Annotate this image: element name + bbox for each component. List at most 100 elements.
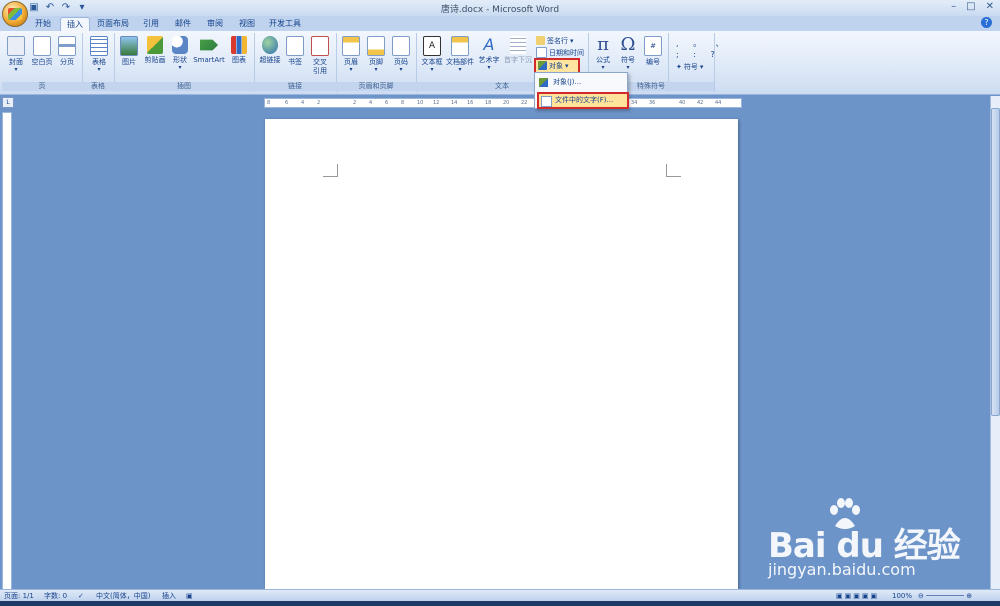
- smartart-button[interactable]: SmartArt: [193, 36, 225, 65]
- window-controls: – □ ✕: [951, 1, 994, 12]
- blank-page-button[interactable]: 空白页: [30, 36, 54, 67]
- insert-mode[interactable]: 插入: [162, 591, 176, 601]
- word-count[interactable]: 字数: 0: [44, 591, 67, 601]
- quick-parts-icon: [451, 36, 469, 56]
- document-page[interactable]: [265, 119, 738, 589]
- crop-mark-left: [323, 164, 338, 177]
- group-label-header-footer: 页眉和页脚: [336, 82, 416, 91]
- header-button[interactable]: 页眉 ▾: [340, 36, 362, 73]
- calendar-icon: [536, 47, 547, 58]
- object-button-label: 对象 ▾: [538, 60, 569, 71]
- group-label-illustrations: 插图: [114, 82, 254, 91]
- spelling-check-icon[interactable]: ✓: [78, 591, 84, 601]
- omega-icon: Ω: [620, 34, 636, 55]
- object-icon: [539, 78, 548, 87]
- wordart-icon: A: [483, 35, 495, 54]
- tab-page-layout[interactable]: 页面布局: [93, 17, 133, 31]
- table-icon: [90, 36, 108, 56]
- view-buttons[interactable]: ▣▣▣▣▣: [836, 591, 879, 601]
- equation-button[interactable]: π 公式 ▾: [592, 36, 614, 71]
- tab-view[interactable]: 视图: [234, 17, 260, 31]
- chart-button[interactable]: 图表: [228, 36, 250, 65]
- maximize-icon[interactable]: □: [966, 1, 975, 12]
- page-count[interactable]: 页面: 1/1: [4, 591, 34, 601]
- numbering-button[interactable]: # 编号: [642, 36, 664, 67]
- menu-item-object[interactable]: 对象(J)...: [537, 76, 625, 89]
- clip-art-icon: [147, 36, 163, 54]
- tab-home[interactable]: 开始: [28, 17, 58, 31]
- special-symbols-row1[interactable]: , 。 、: [676, 38, 730, 49]
- tab-developer[interactable]: 开发工具: [266, 17, 304, 31]
- picture-icon: [120, 36, 138, 56]
- header-icon: [342, 36, 360, 56]
- chart-icon: [231, 36, 247, 54]
- hyperlink-button[interactable]: 超链接: [258, 36, 282, 65]
- close-icon[interactable]: ✕: [986, 1, 994, 12]
- special-symbol-button[interactable]: ✦ 符号 ▾: [676, 61, 703, 72]
- macro-record-icon[interactable]: ▣: [186, 591, 193, 601]
- star-icon: ✦: [676, 62, 682, 71]
- signature-line-button[interactable]: 签名行 ▾: [536, 35, 574, 46]
- zoom-slider[interactable]: ⊖ ───────── ⊕: [918, 591, 972, 601]
- cover-icon: [7, 36, 25, 56]
- office-logo-icon: [8, 8, 22, 20]
- footer-button[interactable]: 页脚 ▾: [365, 36, 387, 73]
- page-break-button[interactable]: 分页: [57, 36, 77, 67]
- group-label-pages: 页: [2, 82, 82, 91]
- drop-cap-button[interactable]: 首字下沉: [503, 36, 533, 65]
- shapes-icon: [172, 36, 188, 54]
- footer-icon: [367, 36, 385, 56]
- minimize-icon[interactable]: –: [951, 1, 956, 12]
- quick-parts-button[interactable]: 文档部件 ▾: [445, 36, 475, 73]
- baidu-jingyan-watermark: Bai du 经验 jingyan.baidu.com: [768, 498, 998, 588]
- ruler-tab-selector[interactable]: L: [2, 97, 14, 108]
- text-box-icon: A: [423, 36, 441, 56]
- taskbar: [0, 601, 1000, 606]
- bookmark-button[interactable]: 书签: [285, 36, 305, 67]
- smartart-icon: [200, 39, 218, 51]
- vertical-ruler[interactable]: [2, 112, 12, 592]
- numbering-icon: #: [644, 36, 662, 56]
- help-icon[interactable]: ?: [981, 17, 992, 28]
- office-button[interactable]: [2, 1, 28, 27]
- page-number-icon: [392, 36, 410, 56]
- wordart-button[interactable]: A 艺术字 ▾: [477, 36, 501, 71]
- crop-mark-right: [666, 164, 681, 177]
- table-button[interactable]: 表格 ▾: [88, 36, 110, 73]
- blank-page-icon: [33, 36, 51, 56]
- pi-icon: π: [597, 34, 609, 55]
- shapes-button[interactable]: 形状 ▾: [169, 36, 191, 71]
- menu-item-text-from-file[interactable]: 文件中的文字(F)...: [537, 92, 629, 109]
- page-break-icon: [58, 36, 76, 56]
- object-dropdown-menu: 对象(J)... 文件中的文字(F)...: [534, 72, 629, 109]
- drop-cap-icon: [510, 36, 526, 54]
- document-icon: [541, 96, 552, 107]
- horizontal-ruler[interactable]: 8 6 4 2 2 4 6 8 10 12 14 16 18 20 22 34 …: [264, 98, 742, 108]
- globe-icon: [262, 36, 278, 54]
- group-label-tables: 表格: [82, 82, 114, 91]
- window-title: 唐诗.docx - Microsoft Word: [440, 5, 560, 15]
- tab-references[interactable]: 引用: [138, 17, 164, 31]
- bookmark-icon: [286, 36, 304, 56]
- watermark-url: jingyan.baidu.com: [768, 560, 916, 579]
- signature-icon: [536, 36, 545, 45]
- symbol-button[interactable]: Ω 符号 ▾: [617, 36, 639, 71]
- cross-reference-button[interactable]: 交叉 引用: [309, 36, 331, 76]
- tab-insert[interactable]: 插入: [60, 17, 90, 32]
- page-number-button[interactable]: 页码 ▾: [390, 36, 412, 73]
- object-icon: [538, 61, 547, 70]
- cross-reference-icon: [311, 36, 329, 56]
- group-label-links: 链接: [254, 82, 336, 91]
- picture-button[interactable]: 图片: [118, 36, 140, 67]
- date-time-button[interactable]: 日期和时间: [536, 47, 584, 58]
- cover-button[interactable]: 封面 ▾: [6, 36, 26, 73]
- clip-art-button[interactable]: 剪贴画: [142, 36, 168, 65]
- scrollbar-thumb[interactable]: [991, 108, 1000, 416]
- zoom-level[interactable]: 100%: [892, 591, 912, 601]
- tab-mailings[interactable]: 邮件: [170, 17, 196, 31]
- text-box-button[interactable]: A 文本框 ▾: [420, 36, 444, 73]
- language-indicator[interactable]: 中文(简体，中国): [96, 591, 150, 601]
- special-symbols-row2[interactable]: ; : ?: [676, 49, 721, 60]
- tab-review[interactable]: 审阅: [202, 17, 228, 31]
- object-dropdown-arrow[interactable]: ▾: [565, 62, 569, 70]
